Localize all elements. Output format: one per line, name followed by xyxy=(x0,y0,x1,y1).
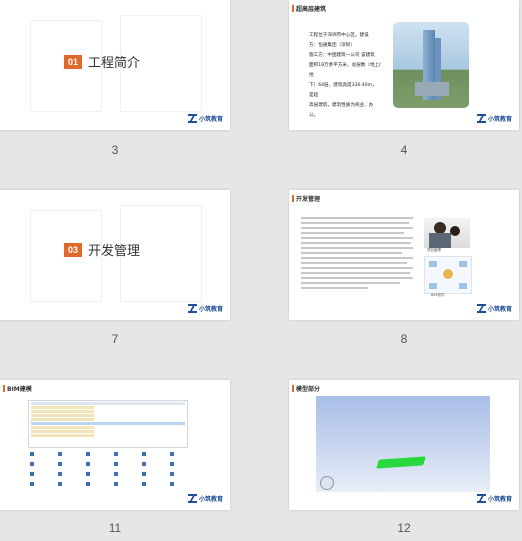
logo-icon xyxy=(187,494,197,503)
file-list-screenshot xyxy=(28,400,188,448)
slide-number: 8 xyxy=(400,332,408,346)
slide-thumbnail-4[interactable]: 超高层建筑 工程位于深圳市中心区。建设 方：恒通集团（深圳） 施工方：中国建筑一… xyxy=(289,0,519,130)
logo-text: 小筑教育 xyxy=(487,306,512,313)
logo-text: 小筑教育 xyxy=(487,496,512,503)
people-photo xyxy=(424,218,470,248)
logo-text: 小筑教育 xyxy=(198,496,223,503)
brand-logo: 小筑教育 xyxy=(476,494,512,503)
slide-header-text: 超高层建筑 xyxy=(296,6,327,13)
slide-header-text: 开发管理 xyxy=(296,196,321,203)
green-model-element xyxy=(376,456,426,469)
logo-icon xyxy=(476,304,486,313)
slide-number: 7 xyxy=(111,332,119,346)
body-line: 下）64层，建筑高度336.40m，是超 xyxy=(309,83,377,98)
logo-text: 小筑教育 xyxy=(198,306,223,313)
slide-header: 模型部分 xyxy=(292,384,320,393)
body-line: 高层建筑，建筑性质为商业、办公。 xyxy=(309,103,374,118)
slide-header-text: 模型部分 xyxy=(296,386,321,393)
image-caption: 项目管理 xyxy=(427,248,441,252)
slide-body-text xyxy=(301,214,413,292)
section-number: 03 xyxy=(64,242,83,257)
slide-header: 开发管理 xyxy=(292,194,320,203)
brand-logo: 小筑教育 xyxy=(187,304,223,313)
skyscraper-photo xyxy=(393,22,469,108)
logo-icon xyxy=(476,494,486,503)
slide-thumbnail-3[interactable]: 01 工程简介 小筑教育 xyxy=(0,0,230,130)
logo-icon xyxy=(476,114,486,123)
slide-thumbnail-11[interactable]: BIM建模 小筑教育 xyxy=(0,380,230,510)
body-line: 施工方：中国建筑一公司 该建筑 xyxy=(309,53,375,58)
logo-text: 小筑教育 xyxy=(198,116,223,123)
view-cube-icon[interactable] xyxy=(320,476,334,490)
section-title-text: 开发管理 xyxy=(88,244,141,259)
slide-thumbnail-7[interactable]: 03 开发管理 小筑教育 xyxy=(0,190,230,320)
section-title: 01 工程简介 xyxy=(64,52,140,71)
slide-thumbnail-12[interactable]: 模型部分 小筑教育 xyxy=(289,380,519,510)
3d-model-viewport xyxy=(316,396,490,492)
logo-text: 小筑教育 xyxy=(487,116,512,123)
slide-header: 超高层建筑 xyxy=(292,4,326,13)
file-icon-grid xyxy=(28,450,186,496)
slide-number: 3 xyxy=(111,143,119,157)
slide-body-text: 工程位于深圳市中心区。建设 方：恒通集团（深圳） 施工方：中国建筑一公司 该建筑… xyxy=(309,31,381,121)
slide-number: 11 xyxy=(108,521,122,535)
slide-thumbnail-8[interactable]: 开发管理 项目管理 BIM软件 小筑教育 xyxy=(289,190,519,320)
body-line: 工程位于深圳市中心区。建设 xyxy=(309,33,369,38)
image-caption: BIM软件 xyxy=(431,293,445,297)
slide-number: 4 xyxy=(400,143,408,157)
brand-logo: 小筑教育 xyxy=(187,114,223,123)
slide-header-text: BIM建模 xyxy=(7,386,32,393)
logo-icon xyxy=(187,114,197,123)
body-line: 面积18万余平方米，总层数（地上/地 xyxy=(309,63,381,78)
logo-icon xyxy=(187,304,197,313)
slide-number: 12 xyxy=(397,521,411,535)
section-title: 03 开发管理 xyxy=(64,240,140,259)
brand-logo: 小筑教育 xyxy=(187,494,223,503)
body-line: 方：恒通集团（深圳） xyxy=(309,43,355,48)
brand-logo: 小筑教育 xyxy=(476,114,512,123)
slide-header: BIM建模 xyxy=(3,384,32,393)
section-title-text: 工程简介 xyxy=(88,56,141,71)
section-number: 01 xyxy=(64,54,83,69)
brand-logo: 小筑教育 xyxy=(476,304,512,313)
bim-software-diagram xyxy=(424,256,472,294)
